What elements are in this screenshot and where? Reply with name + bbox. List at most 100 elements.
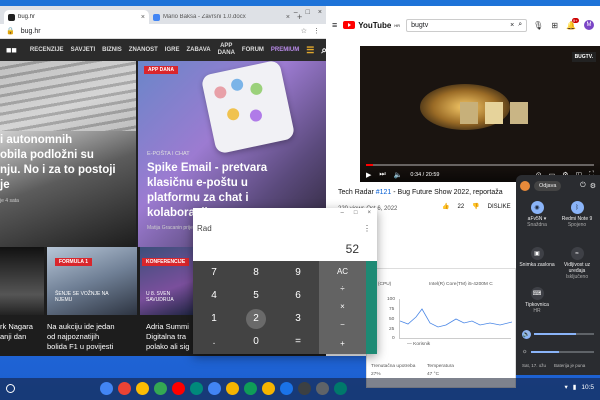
angle-mode[interactable]: Rad: [197, 224, 212, 233]
key-minus[interactable]: −: [319, 314, 366, 334]
shelf-app-files-icon[interactable]: [136, 382, 149, 395]
shelf-app-calculator-icon[interactable]: [334, 382, 347, 395]
article-title[interactable]: i autonomnih obila podložni su nju. No i…: [0, 133, 116, 193]
key-1[interactable]: 1: [193, 307, 235, 330]
premium-icon[interactable]: ☰: [306, 45, 314, 56]
key-4[interactable]: 4: [193, 284, 235, 307]
menu-dots-icon[interactable]: ⋮: [313, 27, 320, 35]
shelf-app-settings-icon[interactable]: [316, 382, 329, 395]
card-nagara[interactable]: rk Nagara anji dan: [0, 247, 44, 356]
maximize-icon[interactable]: □: [306, 9, 310, 16]
shelf-app-meet-icon[interactable]: [190, 382, 203, 395]
key-equals[interactable]: =: [277, 330, 319, 353]
nav-zabava[interactable]: ZABAVA: [186, 47, 210, 53]
category-badge[interactable]: FORMULA 1: [55, 258, 92, 266]
volume-icon[interactable]: 🔈: [394, 171, 403, 179]
key-decimal[interactable]: .: [193, 330, 235, 353]
tile-wifi[interactable]: ◉ aFv5N ▾ Snaždna: [518, 201, 556, 228]
video-progress-bar[interactable]: [366, 164, 594, 166]
key-9[interactable]: 9: [277, 261, 319, 284]
microphone-icon[interactable]: 🎙: [533, 21, 543, 30]
hashtag-link[interactable]: #121: [376, 189, 392, 196]
youtube-search-box[interactable]: bugtv × ⌕: [406, 18, 528, 32]
close-tab-icon[interactable]: ×: [286, 14, 290, 21]
play-icon[interactable]: ▶: [366, 171, 371, 179]
tab-bug-hr[interactable]: bug.hr ×: [4, 10, 149, 24]
shelf-app-drive-icon[interactable]: [280, 382, 293, 395]
account-avatar[interactable]: M: [584, 20, 594, 30]
article-category[interactable]: E-POŠTA I CHAT: [147, 151, 190, 157]
clock[interactable]: 10:5: [581, 384, 594, 391]
search-icon[interactable]: ⌕: [518, 21, 522, 29]
status-tray[interactable]: ▾ ▮ 10:5: [565, 383, 595, 392]
category-badge[interactable]: APP DANA: [144, 66, 179, 74]
tile-bluetooth[interactable]: ᛒ Redmi Note 9 Spojeno: [558, 201, 596, 228]
close-window-icon[interactable]: ×: [318, 9, 322, 16]
close-window-icon[interactable]: ×: [367, 210, 371, 218]
shelf-app-terminal-icon[interactable]: [298, 382, 311, 395]
nav-savjeti[interactable]: SAVJETI: [71, 47, 96, 53]
key-2[interactable]: 2: [235, 307, 277, 330]
nav-recenzije[interactable]: RECENZIJE: [30, 47, 64, 53]
key-multiply[interactable]: ×: [319, 296, 366, 316]
user-avatar[interactable]: [520, 181, 530, 191]
card-title[interactable]: rk Nagara anji dan: [0, 322, 33, 342]
tab-document[interactable]: Mario Baksa - Zavrsni 1.0.docx ×: [149, 10, 294, 24]
advanced-panel-handle[interactable]: [366, 261, 377, 354]
hamburger-menu-icon[interactable]: ≡: [332, 20, 337, 30]
tile-keyboard[interactable]: ⌨ Tipkovnica HR: [518, 287, 556, 314]
key-3[interactable]: 3: [277, 307, 319, 330]
nav-premium[interactable]: PREMIUM: [271, 47, 299, 53]
shelf-app-photos-icon[interactable]: [226, 382, 239, 395]
video-player[interactable]: BUGTV. ▶ ⏭ 🔈 0:34 / 20:59 ⊙ ▭ ⚙ ◫ ⛶: [360, 46, 600, 182]
settings-icon[interactable]: ⚙: [590, 182, 596, 190]
power-icon[interactable]: ⏻: [580, 182, 586, 190]
bug-logo[interactable]: ■■: [6, 45, 17, 55]
shelf-app-slides-icon[interactable]: [262, 382, 275, 395]
date-text[interactable]: Sat, 17. ožu: [522, 363, 546, 368]
key-5[interactable]: 5: [235, 284, 277, 307]
tile-screenshot[interactable]: ▣ Snimka zaslona: [518, 247, 556, 268]
article-autonomni[interactable]: i autonomnih obila podložni su nju. No i…: [0, 61, 136, 247]
minimize-icon[interactable]: –: [294, 9, 298, 16]
like-icon[interactable]: 👍: [442, 203, 449, 210]
shelf-app-youtube-icon[interactable]: [172, 382, 185, 395]
key-7[interactable]: 7: [193, 261, 235, 284]
nav-igre[interactable]: IGRE: [165, 47, 180, 53]
key-0[interactable]: 0: [235, 330, 277, 353]
volume-slider[interactable]: 🔊: [522, 329, 594, 339]
star-icon[interactable]: ☆: [301, 27, 307, 35]
address-bar[interactable]: 🔒 bug.hr ☆ ⋮: [0, 24, 326, 39]
card-title[interactable]: Adria Summi Digitalna tra polako ali sig: [146, 322, 189, 352]
brightness-slider[interactable]: ☼: [522, 349, 594, 355]
category-badge[interactable]: KONFERENCIJE: [142, 258, 190, 266]
close-tab-icon[interactable]: ×: [141, 14, 145, 21]
key-plus[interactable]: +: [319, 333, 366, 353]
card-title[interactable]: Na aukciju ide jedan od najpoznatijih bo…: [47, 322, 115, 352]
nav-biznis[interactable]: BIZNIS: [102, 47, 122, 53]
create-video-icon[interactable]: ⊞: [551, 21, 558, 30]
youtube-logo[interactable]: YouTube HR: [343, 21, 400, 30]
launcher-icon[interactable]: [6, 384, 15, 393]
menu-dots-icon[interactable]: ⋮: [363, 224, 371, 233]
nav-app-dana[interactable]: APP DANA: [218, 43, 235, 57]
dislike-label[interactable]: DISLIKE: [488, 204, 511, 210]
next-icon[interactable]: ⏭: [379, 171, 385, 179]
card-f1-auction[interactable]: FORMULA 1 ŠENJE SE VOŽNJE NA NJEMU Na au…: [47, 247, 137, 356]
notifications-icon[interactable]: 🔔 9+: [566, 17, 579, 30]
clear-search-icon[interactable]: ×: [510, 22, 514, 29]
key-6[interactable]: 6: [277, 284, 319, 307]
minimize-icon[interactable]: –: [341, 210, 344, 218]
shelf-app-sheets-icon[interactable]: [244, 382, 257, 395]
search-query[interactable]: bugtv: [411, 22, 506, 29]
shelf-app-chrome-icon[interactable]: [100, 382, 113, 395]
url-text[interactable]: bug.hr: [21, 28, 295, 35]
maximize-icon[interactable]: □: [354, 210, 358, 218]
key-8[interactable]: 8: [235, 261, 277, 284]
nav-forum[interactable]: FORUM: [242, 47, 264, 53]
tile-nearby-share[interactable]: ≈ Vidljivost uz uređaja Isključeno: [558, 247, 596, 280]
shelf-app-play-store-icon[interactable]: [154, 382, 167, 395]
key-divide[interactable]: ÷: [319, 278, 366, 298]
dislike-icon[interactable]: 👎: [472, 203, 479, 210]
sign-out-button[interactable]: Odjava: [534, 181, 562, 191]
